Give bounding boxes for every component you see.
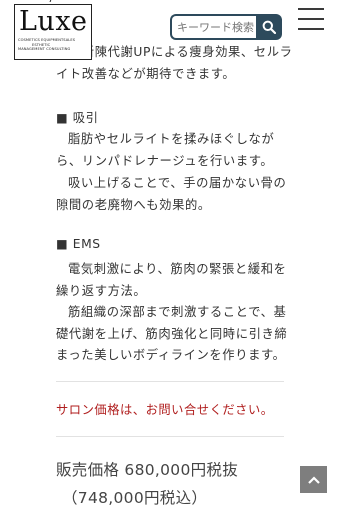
salon-price-note: サロン価格は、お問い合せください。 xyxy=(56,403,274,417)
description-text: 脂肪やセルライトを揉みほぐしなが xyxy=(68,132,275,146)
description-text: ら、リンパドレナージュを行います。 xyxy=(56,154,274,168)
description-text: 電気刺激により、筋肉の緊張と緩和を xyxy=(68,262,287,276)
logo-wordmark: Luxe xyxy=(19,6,88,37)
hamburger-menu-icon-bar xyxy=(298,18,324,20)
search-button[interactable] xyxy=(256,14,282,40)
description-text: 吸い上げることで、手の届かない骨の xyxy=(68,176,287,190)
description-text: 筋組織の深部まで刺激することで、基 xyxy=(68,305,287,319)
back-to-top-button[interactable] xyxy=(300,466,327,493)
divider xyxy=(56,381,284,382)
hamburger-menu-icon xyxy=(298,8,324,10)
logo-tagline-line: MANAGEMENT CONSULTING xyxy=(18,47,71,52)
section-heading-suction: ■ 吸引 xyxy=(56,111,99,125)
logo-tagline: COSMETICS EQUIPMENTSALES ESTHETIC MANAGE… xyxy=(18,38,90,52)
hamburger-menu-button[interactable] xyxy=(298,8,324,30)
description-text: イト改善などが期待できます。 xyxy=(56,67,236,81)
hamburger-menu-icon-bar xyxy=(298,28,324,30)
logo[interactable]: Luxe COSMETICS EQUIPMENTSALES ESTHETIC M… xyxy=(14,4,92,60)
divider xyxy=(56,436,284,437)
description-text: 繰り返す方法。 xyxy=(56,284,147,298)
chevron-up-icon xyxy=(307,475,320,484)
search-icon xyxy=(262,20,276,34)
description-text: 隙間の老廃物へも効果的。 xyxy=(56,198,211,212)
sale-price-tax-included: （748,000円税込） xyxy=(62,489,208,507)
description-text: まった美しいボディラインを作ります。 xyxy=(56,348,286,362)
logo-mark xyxy=(49,0,60,2)
section-heading-ems: ■ EMS xyxy=(56,237,101,251)
search-bar xyxy=(170,14,282,40)
search-input[interactable] xyxy=(170,14,256,40)
sale-price: 販売価格 680,000円税抜 xyxy=(56,461,239,479)
description-text: 礎代謝を上げ、筋肉強化と同時に引き締 xyxy=(56,327,288,341)
